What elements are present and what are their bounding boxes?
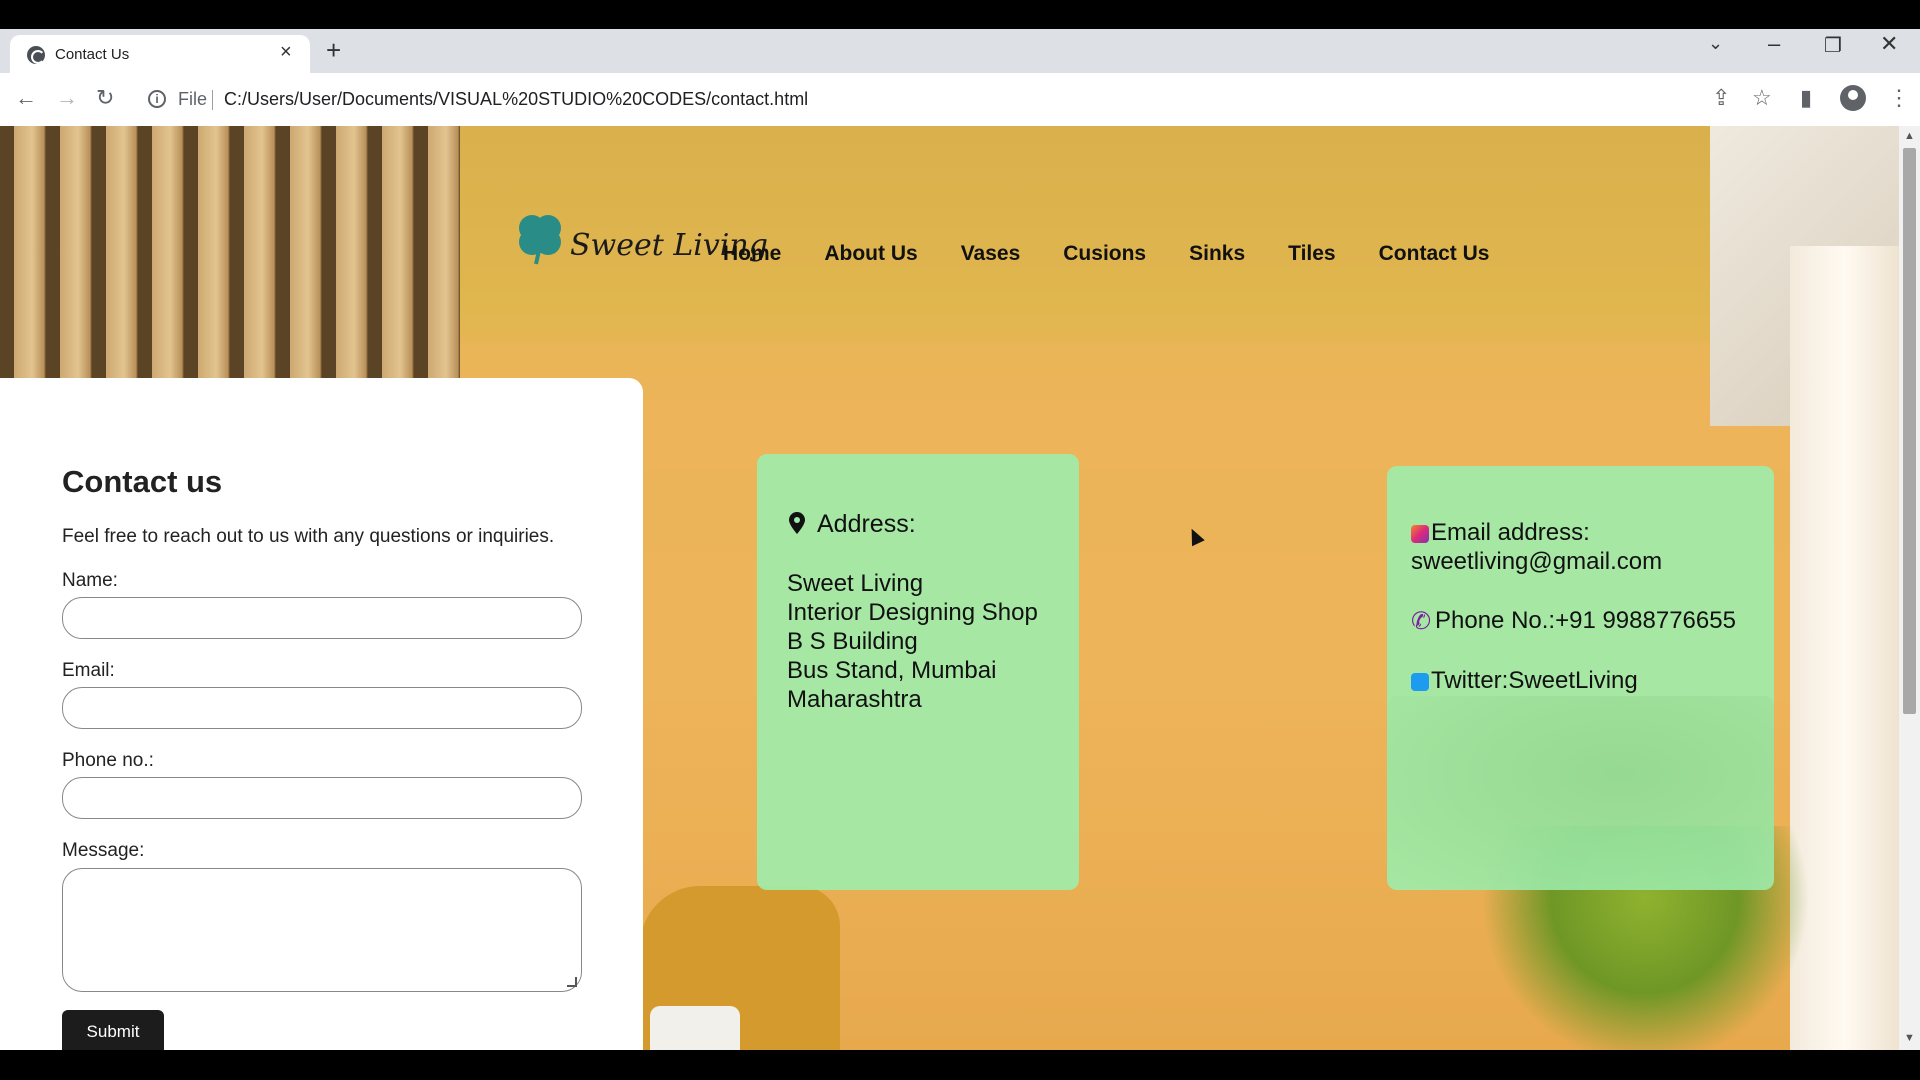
browser-chrome: Contact Us × + ⌄ – ❐ ✕ ← → ↻ i File C:/U… [0,29,1920,126]
address-line: Maharashtra [787,686,922,713]
tab-contact-us[interactable]: Contact Us × [10,35,310,73]
twitter-icon [1411,672,1429,691]
contact-info-card: Email address: sweetliving@gmail.com ✆ Ph… [1387,466,1774,890]
menu-kebab-icon[interactable]: ⋮ [1888,85,1910,111]
nav-about-us[interactable]: About Us [824,242,917,266]
vertical-scrollbar[interactable]: ▲ ▼ [1899,126,1920,1050]
window-close-button[interactable]: ✕ [1880,31,1898,57]
forward-button[interactable]: → [56,85,78,111]
minimize-button[interactable]: – [1768,31,1780,57]
phone-input[interactable] [62,777,582,819]
info-icon[interactable]: i [148,90,166,108]
nav-vases[interactable]: Vases [961,242,1021,266]
omnibox-separator [212,90,213,110]
nav-sinks[interactable]: Sinks [1189,242,1245,266]
restore-button[interactable]: ❐ [1824,33,1842,58]
mouse-cursor-icon [1185,525,1205,547]
scheme-label: File [178,89,208,109]
email-input[interactable] [62,687,582,729]
address-lines: Sweet Living Interior Designing Shop B S… [787,569,1038,714]
nav-contact-us[interactable]: Contact Us [1379,242,1490,266]
message-label: Message: [62,840,145,861]
page-viewport: Sweet Living Home About Us Vases Cusions… [0,126,1899,1050]
twitter-text[interactable]: Twitter:SweetLiving [1431,667,1638,694]
scroll-down-arrow-icon[interactable]: ▼ [1904,1032,1915,1044]
form-title: Contact us [62,464,223,499]
bookmark-star-icon[interactable]: ☆ [1752,85,1772,111]
profile-avatar[interactable] [1840,85,1866,111]
toolbar: ← → ↻ i File C:/Users/User/Documents/VIS… [0,73,1920,126]
nav-tiles[interactable]: Tiles [1288,242,1335,266]
address-heading: Address: [817,510,916,538]
twitter-row: Twitter:SweetLiving [1411,666,1638,695]
new-tab-button[interactable]: + [326,35,341,66]
reload-button[interactable]: ↻ [96,85,114,111]
address-line: Bus Stand, Mumbai [787,657,997,684]
address-bar[interactable]: i File C:/Users/User/Documents/VISUAL%20… [136,81,1736,117]
pillow-background [650,1006,740,1050]
phone-text: Phone No.:+91 9988776655 [1435,607,1736,634]
share-icon[interactable]: ⇪ [1712,85,1730,111]
email-label: Email: [62,660,115,681]
screen: Contact Us × + ⌄ – ❐ ✕ ← → ↻ i File C:/U… [0,0,1920,1080]
clover-logo-icon [519,215,561,265]
address-card: Address: Sweet Living Interior Designing… [757,454,1079,890]
phone-icon: ✆ [1411,607,1432,635]
form-intro: Feel free to reach out to us with any qu… [62,526,555,547]
tab-search-icon[interactable]: ⌄ [1708,33,1723,54]
email-row: Email address: [1411,518,1590,547]
scroll-up-arrow-icon[interactable]: ▲ [1904,130,1915,142]
phone-label: Phone no.: [62,750,154,771]
nav-cusions[interactable]: Cusions [1063,242,1146,266]
map-pin-icon [789,512,805,534]
side-panel-icon[interactable]: ▮ [1800,85,1812,111]
scrollbar-thumb[interactable] [1903,148,1916,714]
close-tab-icon[interactable]: × [280,41,292,64]
phone-row: ✆ Phone No.:+91 9988776655 [1411,606,1736,635]
name-label: Name: [62,570,118,591]
main-nav: Home About Us Vases Cusions Sinks Tiles … [723,242,1532,266]
address-line: B S Building [787,628,918,655]
contact-form-panel: Contact us Feel free to reach out to us … [0,378,643,1050]
url-text[interactable]: C:/Users/User/Documents/VISUAL%20STUDIO%… [224,89,808,110]
tab-strip: Contact Us × + ⌄ – ❐ ✕ [0,29,1920,73]
globe-icon [27,46,45,64]
submit-button[interactable]: Submit [62,1010,164,1050]
back-button[interactable]: ← [15,85,37,111]
email-heading: Email address: [1431,519,1590,546]
tab-title: Contact Us [55,46,130,63]
instagram-icon [1411,524,1429,543]
address-line: Interior Designing Shop [787,599,1038,626]
message-textarea[interactable] [62,868,582,992]
wall-band [460,340,1790,470]
nav-home[interactable]: Home [723,242,781,266]
wood-slat-background [0,126,460,382]
address-line: Sweet Living [787,570,924,597]
name-input[interactable] [62,597,582,639]
email-address[interactable]: sweetliving@gmail.com [1411,547,1662,576]
